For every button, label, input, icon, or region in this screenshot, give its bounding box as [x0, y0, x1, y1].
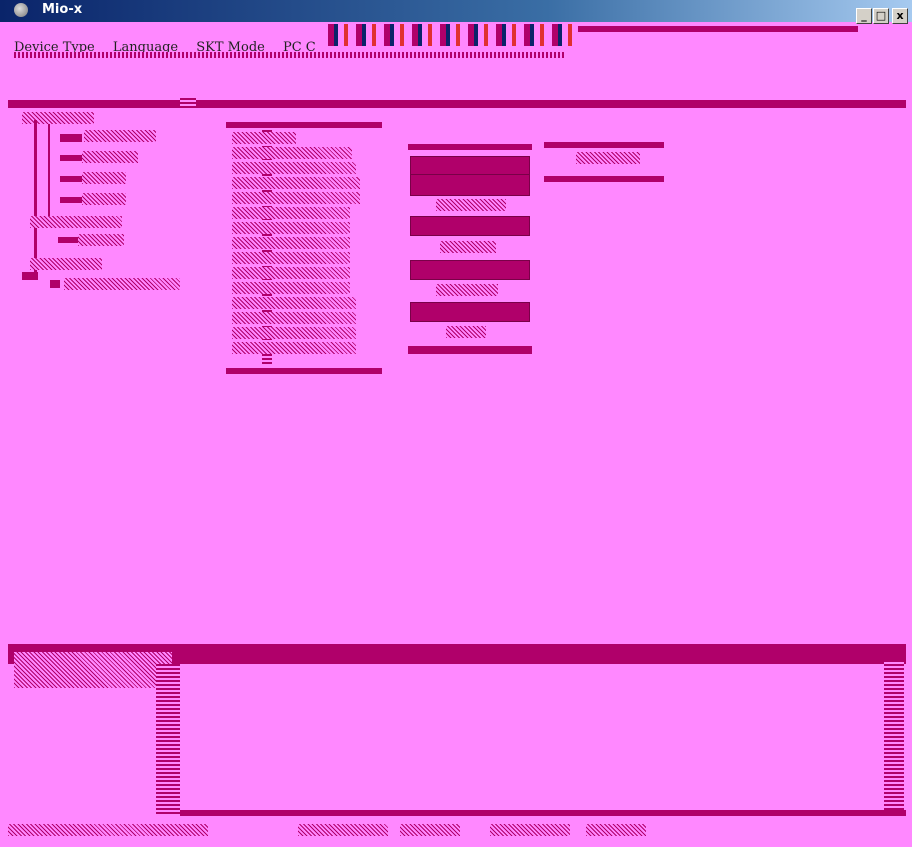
window-titlebar[interactable]: Mio-x — [0, 0, 912, 22]
list-item[interactable]: x — [232, 222, 350, 234]
log-left-scrollbar[interactable] — [156, 664, 180, 814]
log-panel-footer — [180, 810, 906, 816]
list-item[interactable]: x — [232, 162, 356, 174]
window-title: Mio-x — [42, 2, 83, 17]
status-cell: x — [400, 824, 460, 836]
list-item[interactable]: x — [232, 252, 350, 264]
action-button-5[interactable] — [410, 302, 530, 322]
list-item[interactable]: x — [232, 237, 350, 249]
status-cell: x — [8, 824, 208, 836]
list-item[interactable]: x — [232, 312, 356, 324]
side-field-value: x — [576, 152, 640, 164]
maximize-button[interactable]: □ — [873, 8, 889, 24]
tree-group-label[interactable]: x — [30, 216, 122, 228]
menu-glitch-underline — [14, 52, 564, 58]
list-bottom-border — [226, 368, 382, 374]
log-right-scrollbar[interactable] — [884, 660, 904, 810]
list-top-border — [226, 122, 382, 128]
status-cell: x — [586, 824, 646, 836]
list-item[interactable]: x — [232, 297, 356, 309]
tree-item[interactable]: x — [64, 278, 180, 290]
tree-group-label[interactable]: x — [30, 258, 102, 270]
header-glitch-band — [578, 26, 858, 32]
tree-node-icon — [60, 197, 82, 203]
side-field-top-border — [544, 142, 664, 148]
tree-expander-icon[interactable] — [22, 272, 38, 280]
tree-item[interactable]: x — [82, 172, 126, 184]
log-panel-text: x — [14, 652, 172, 688]
tree-item[interactable]: x — [84, 130, 156, 142]
header-glitch-block — [328, 24, 578, 46]
list-item[interactable]: x — [232, 282, 350, 294]
list-item[interactable]: x — [232, 342, 356, 354]
tree-root-label[interactable]: x — [22, 112, 94, 124]
list-item[interactable]: x — [232, 327, 356, 339]
list-item[interactable]: x — [232, 132, 296, 144]
tree-node-icon — [60, 176, 82, 182]
action-button-2[interactable] — [410, 174, 530, 196]
close-button[interactable]: x — [892, 8, 908, 24]
tree-item[interactable]: x — [82, 151, 138, 163]
button-group-bottom-border — [408, 346, 532, 354]
action-button-4[interactable] — [410, 260, 530, 280]
tree-item[interactable]: x — [78, 234, 124, 246]
list-item[interactable]: x — [232, 192, 360, 204]
tree-node-icon — [60, 155, 82, 161]
button-caption: x — [436, 284, 498, 296]
tree-connector-sub — [48, 124, 50, 216]
button-caption: x — [440, 241, 496, 253]
tree-node-icon — [58, 237, 78, 243]
tree-node-icon — [60, 134, 82, 142]
action-button-3[interactable] — [410, 216, 530, 236]
minimize-button[interactable]: _ — [856, 8, 872, 24]
list-item[interactable]: x — [232, 177, 360, 189]
list-item[interactable]: x — [232, 207, 350, 219]
status-bar: x x x x x — [8, 818, 906, 846]
button-caption: x — [446, 326, 486, 338]
status-cell: x — [298, 824, 388, 836]
app-icon — [14, 3, 28, 17]
button-caption: x — [436, 199, 506, 211]
tree-item[interactable]: x — [82, 193, 126, 205]
list-item[interactable]: x — [232, 267, 350, 279]
toolbar-separator — [8, 100, 906, 108]
separator-glitch — [180, 98, 196, 110]
button-group-top-border — [408, 144, 532, 150]
tree-node-icon — [50, 280, 60, 288]
status-cell: x — [490, 824, 570, 836]
list-item[interactable]: x — [232, 147, 352, 159]
tree-connector — [34, 120, 37, 280]
side-field-bottom-border — [544, 176, 664, 182]
